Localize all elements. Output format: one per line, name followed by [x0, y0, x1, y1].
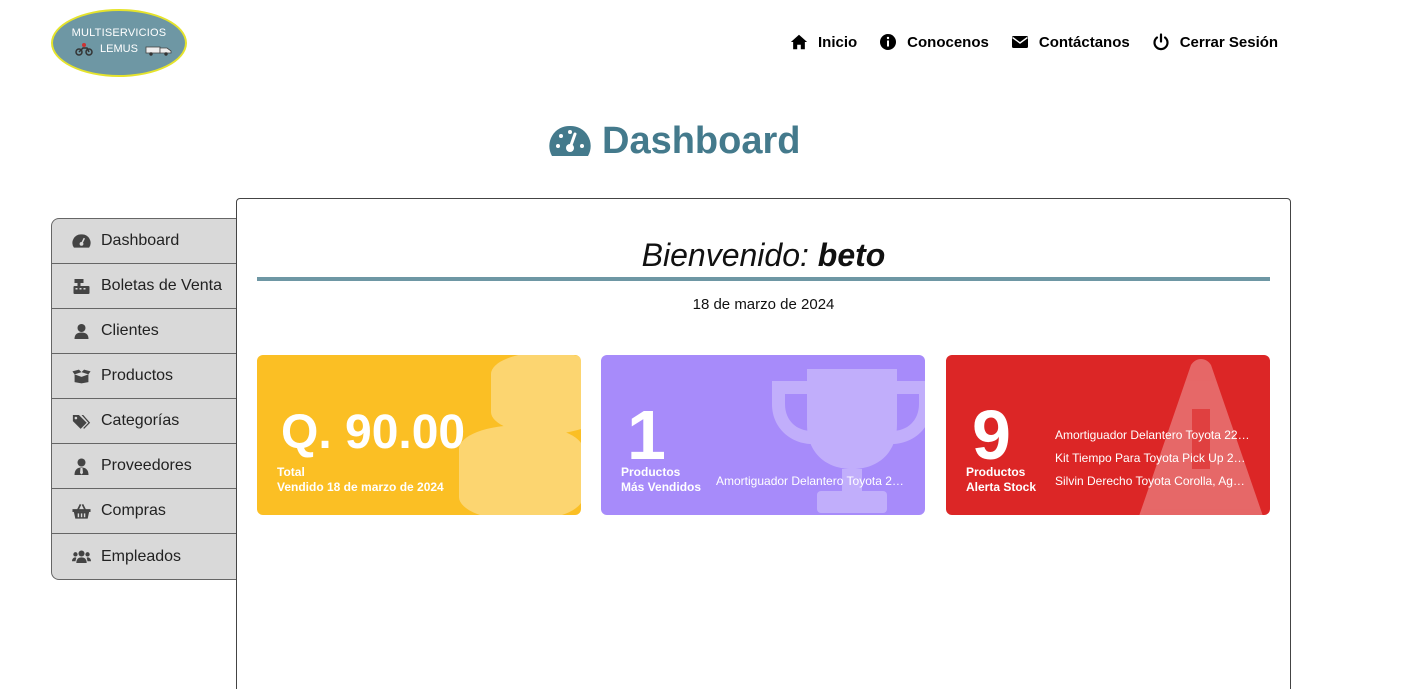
sidebar-item-compras[interactable]: Compras	[52, 489, 237, 534]
welcome-heading: Bienvenido: beto	[237, 237, 1290, 274]
username: beto	[817, 237, 886, 273]
stock-alert-caption: Productos Alerta Stock	[966, 465, 1036, 495]
sidebar-item-label: Categorías	[101, 412, 180, 429]
nav-label: Contáctanos	[1038, 33, 1130, 51]
sidebar-item-label: Proveedores	[101, 457, 192, 474]
current-date: 18 de marzo de 2024	[692, 296, 835, 313]
top-products-count: 1	[627, 396, 666, 474]
sidebar-item-productos[interactable]: Productos	[52, 354, 237, 399]
main-panel: Bienvenido: beto 18 de marzo de 2024 Q. …	[236, 198, 1291, 689]
trophy-icon	[772, 369, 925, 513]
list-item: Amortiguador Delantero Toyota 22r, 2WD	[716, 474, 906, 488]
nav-label: Conocenos	[907, 33, 989, 51]
top-products-card[interactable]: 1 Productos Más Vendidos Amortiguador De…	[601, 355, 925, 515]
caption-line1: Total	[277, 465, 305, 479]
stock-alert-card[interactable]: 9 Productos Alerta Stock Amortiguador De…	[946, 355, 1270, 515]
sidebar-item-proveedores[interactable]: Proveedores	[52, 444, 237, 489]
total-sales-card[interactable]: Q. 90.00 Total Vendido 18 de marzo de 20…	[257, 355, 581, 515]
info-icon	[880, 34, 897, 50]
list-item: Kit Tiempo Para Toyota Pick Up 22r 2.4	[1055, 451, 1251, 465]
logo-line1: MULTISERVICIOS	[71, 27, 167, 39]
cash-register-icon	[73, 278, 90, 294]
nav-inicio[interactable]: Inicio	[790, 33, 857, 51]
caption-line2: Más Vendidos	[621, 480, 702, 494]
total-sales-caption: Total Vendido 18 de marzo de 2024	[277, 465, 444, 495]
divider	[257, 277, 1270, 281]
sidebar-item-label: Compras	[101, 502, 166, 519]
page-title-text: Dashboard	[602, 120, 801, 162]
coins-icon	[459, 355, 581, 515]
sidebar: Dashboard Boletas de Venta Clientes Prod…	[51, 218, 237, 580]
welcome-prefix: Bienvenido:	[641, 237, 809, 273]
user-icon	[74, 323, 89, 339]
list-item: Silvin Derecho Toyota Corolla, Agencia	[1055, 474, 1251, 488]
top-products-caption: Productos Más Vendidos	[621, 465, 701, 495]
sidebar-item-label: Boletas de Venta	[101, 277, 222, 294]
truck-icon	[145, 46, 172, 56]
basket-icon	[72, 503, 91, 519]
nav-cerrar-sesion[interactable]: Cerrar Sesión	[1152, 33, 1278, 51]
list-item: Amortiguador Delantero Toyota 22r, 2WD	[1055, 428, 1251, 442]
caption-line1: Productos	[621, 465, 681, 479]
caption-line1: Productos	[966, 465, 1026, 479]
home-icon	[790, 34, 808, 50]
gauge-icon	[549, 125, 591, 156]
sidebar-item-label: Dashboard	[101, 232, 180, 249]
total-sales-value: Q. 90.00	[281, 406, 466, 459]
page-title: Dashboard	[548, 120, 800, 163]
sidebar-item-dashboard[interactable]: Dashboard	[52, 219, 237, 264]
top-nav: Inicio Conocenos Contáctanos Cerrar Sesi…	[790, 33, 1300, 51]
sidebar-item-categorias[interactable]: Categorías	[52, 399, 237, 444]
nav-label: Inicio	[818, 33, 858, 51]
sidebar-item-boletas-de-venta[interactable]: Boletas de Venta	[52, 264, 237, 309]
envelope-icon	[1011, 36, 1028, 48]
caption-line2: Vendido 18 de marzo de 2024	[277, 480, 444, 494]
user-tie-icon	[74, 458, 89, 475]
nav-conocenos[interactable]: Conocenos	[879, 33, 989, 51]
sidebar-item-label: Productos	[101, 367, 174, 384]
sidebar-item-label: Empleados	[101, 547, 182, 565]
top-products-list: Amortiguador Delantero Toyota 22r, 2WD	[716, 470, 906, 493]
sidebar-item-label: Clientes	[101, 322, 159, 339]
power-icon	[1153, 33, 1169, 51]
stock-alert-count: 9	[972, 396, 1011, 474]
nav-contactanos[interactable]: Contáctanos	[1011, 33, 1130, 51]
users-icon	[72, 550, 91, 563]
tags-icon	[72, 414, 91, 429]
sidebar-item-clientes[interactable]: Clientes	[52, 309, 237, 354]
caption-line2: Alerta Stock	[966, 480, 1037, 494]
gauge-icon	[72, 233, 91, 248]
box-open-icon	[72, 369, 91, 383]
stock-alert-list: Amortiguador Delantero Toyota 22r, 2WD K…	[1055, 424, 1251, 493]
sidebar-item-empleados[interactable]: Empleados	[52, 534, 237, 579]
logo[interactable]: MULTISERVICIOS LEMUS	[51, 9, 187, 77]
nav-label: Cerrar Sesión	[1179, 33, 1279, 51]
